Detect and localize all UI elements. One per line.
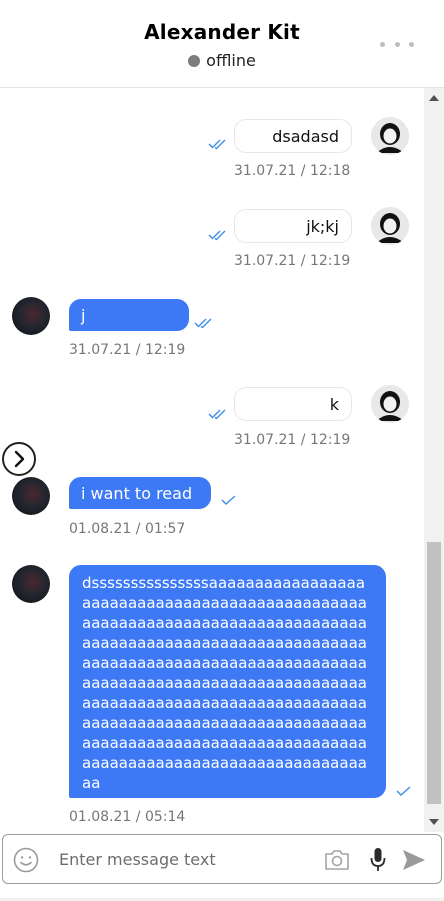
double-check-icon <box>194 314 216 329</box>
message-timestamp: 31.07.21 / 12:18 <box>234 163 351 179</box>
more-dots-icon[interactable] <box>380 36 414 52</box>
double-check-icon <box>208 135 230 150</box>
message-bubble-outgoing[interactable]: k <box>234 387 352 421</box>
contact-avatar[interactable] <box>12 477 50 515</box>
user-avatar[interactable] <box>371 117 409 155</box>
message-text: dsadasd <box>272 127 339 146</box>
message-timestamp: 31.07.21 / 12:19 <box>69 342 186 358</box>
double-check-icon <box>208 226 230 241</box>
status-dot-icon <box>188 55 201 67</box>
message-input[interactable] <box>59 845 309 873</box>
message-bubble-incoming[interactable]: j <box>69 299 189 331</box>
send-icon[interactable] <box>401 848 427 872</box>
message-timestamp: 01.08.21 / 05:14 <box>69 809 186 825</box>
microphone-icon[interactable] <box>369 846 387 874</box>
single-check-icon <box>396 782 412 796</box>
emoji-icon[interactable] <box>13 847 39 873</box>
message-composer <box>2 834 442 884</box>
message-bubble-outgoing[interactable]: dsadasd <box>234 119 352 153</box>
scroll-up-arrow-icon[interactable] <box>429 95 439 101</box>
scroll-down-arrow-icon[interactable] <box>429 819 439 825</box>
camera-icon[interactable] <box>323 848 351 872</box>
message-timestamp: 31.07.21 / 12:19 <box>234 253 351 269</box>
scrollbar-thumb[interactable] <box>427 542 441 804</box>
contact-status: offline <box>0 51 444 70</box>
message-text: jk;kj <box>306 217 339 236</box>
chat-header: Alexander Kit offline <box>0 0 444 88</box>
message-list[interactable]: dsadasd 31.07.21 / 12:18 jk;kj 31.07.21 … <box>0 88 424 832</box>
double-check-icon <box>208 405 230 420</box>
contact-avatar[interactable] <box>12 565 50 603</box>
message-list-scrollbar[interactable] <box>424 88 444 832</box>
message-bubble-incoming[interactable]: i want to read <box>69 477 211 509</box>
message-text: i want to read <box>81 484 193 503</box>
chevron-right-icon[interactable] <box>2 442 36 476</box>
single-check-icon <box>221 491 237 505</box>
status-text: offline <box>206 51 256 70</box>
message-text: dsssssssssssssssaaaaaaaaaaaaaaaaaaaaaaaa… <box>82 574 367 792</box>
user-avatar[interactable] <box>371 207 409 245</box>
message-bubble-outgoing[interactable]: jk;kj <box>234 209 352 243</box>
contact-name[interactable]: Alexander Kit <box>0 20 444 44</box>
user-avatar[interactable] <box>371 385 409 423</box>
message-bubble-incoming[interactable]: dsssssssssssssssaaaaaaaaaaaaaaaaaaaaaaaa… <box>69 565 386 798</box>
message-timestamp: 31.07.21 / 12:19 <box>234 432 351 448</box>
message-text: k <box>329 395 339 414</box>
message-text: j <box>81 306 86 325</box>
contact-avatar[interactable] <box>12 297 50 335</box>
message-timestamp: 01.08.21 / 01:57 <box>69 521 186 537</box>
